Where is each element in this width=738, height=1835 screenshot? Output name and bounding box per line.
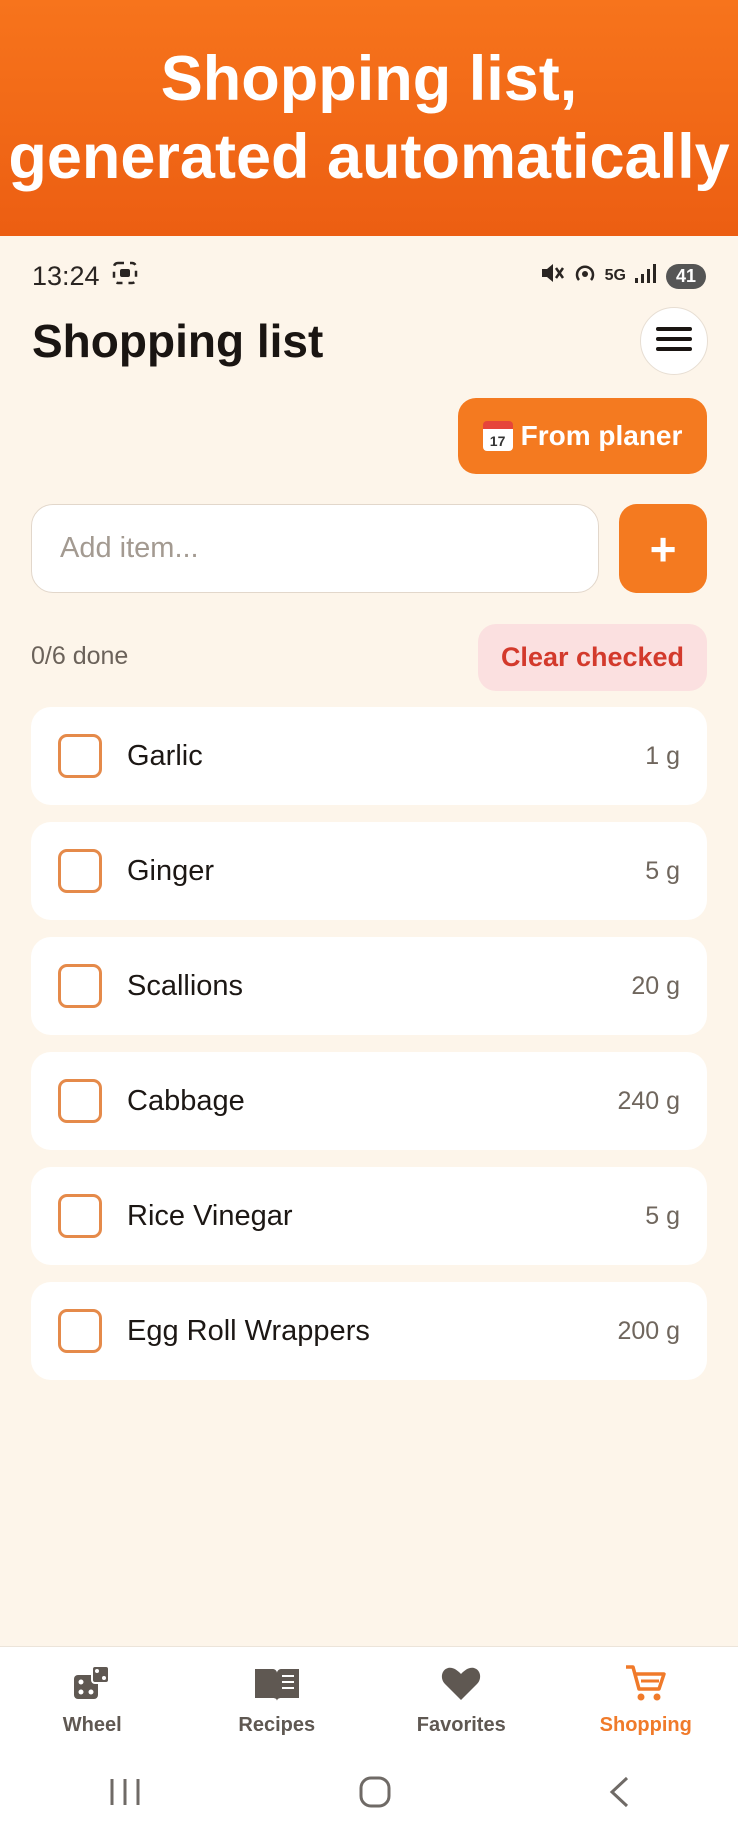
status-bar: 13:24 5G 41	[0, 236, 738, 316]
dice-icon	[72, 1663, 112, 1708]
item-name: Cabbage	[127, 1084, 245, 1117]
home-icon[interactable]	[358, 1775, 392, 1814]
item-name: Scallions	[127, 969, 244, 1002]
mute-icon	[539, 261, 565, 291]
item-checkbox[interactable]	[58, 734, 102, 778]
add-item-input[interactable]	[31, 504, 599, 593]
item-name: Rice Vinegar	[127, 1199, 293, 1232]
item-checkbox[interactable]	[58, 1079, 102, 1123]
promo-banner: Shopping list, generated automatically	[0, 0, 738, 236]
nav-item-favorites[interactable]: Favorites	[369, 1663, 553, 1737]
battery-level: 41	[665, 263, 706, 289]
book-icon	[253, 1663, 301, 1708]
nav-label: Recipes	[238, 1714, 316, 1736]
item-checkbox[interactable]	[58, 849, 102, 893]
screenshot-icon	[112, 261, 138, 292]
heart-icon	[440, 1663, 482, 1708]
item-quantity: 200 g	[617, 1316, 680, 1345]
nav-label: Wheel	[62, 1714, 122, 1736]
list-item[interactable]: Rice Vinegar 5 g	[31, 1167, 707, 1265]
page-title: Shopping list	[32, 315, 324, 367]
item-quantity: 20 g	[631, 971, 680, 1000]
recents-icon[interactable]	[107, 1777, 143, 1812]
done-counter: 0/6 done	[31, 642, 129, 670]
item-name: Garlic	[127, 739, 203, 772]
nav-label: Shopping	[599, 1714, 692, 1736]
plus-icon: +	[649, 522, 677, 575]
nav-item-shopping[interactable]: Shopping	[554, 1663, 738, 1737]
cart-icon	[624, 1663, 668, 1708]
status-time: 13:24	[32, 260, 100, 291]
shopping-list: Garlic 1 g Ginger 5 g Scallions 20 g Cab…	[31, 707, 707, 1397]
item-quantity: 1 g	[645, 741, 680, 770]
list-item[interactable]: Ginger 5 g	[31, 822, 707, 920]
item-quantity: 5 g	[645, 856, 680, 885]
item-quantity: 240 g	[617, 1086, 680, 1115]
menu-button[interactable]	[640, 307, 708, 375]
item-checkbox[interactable]	[58, 964, 102, 1008]
from-planner-label: From planer	[520, 420, 683, 451]
list-item[interactable]: Scallions 20 g	[31, 937, 707, 1035]
network-type: 5G	[604, 267, 626, 284]
nav-item-wheel[interactable]: Wheel	[0, 1663, 184, 1737]
item-checkbox[interactable]	[58, 1194, 102, 1238]
list-item[interactable]: Cabbage 240 g	[31, 1052, 707, 1150]
clear-checked-button[interactable]: Clear checked	[478, 624, 707, 691]
item-name: Ginger	[127, 854, 215, 887]
hamburger-icon	[656, 326, 692, 357]
item-quantity: 5 g	[645, 1201, 680, 1230]
calendar-icon: 17	[482, 421, 513, 451]
signal-icon	[634, 262, 658, 290]
nav-item-recipes[interactable]: Recipes	[185, 1663, 369, 1737]
hotspot-icon	[573, 261, 597, 291]
banner-line-1: Shopping list,	[160, 44, 578, 114]
item-checkbox[interactable]	[58, 1309, 102, 1353]
item-name: Egg Roll Wrappers	[127, 1314, 370, 1347]
from-planner-button[interactable]: 17 From planer	[458, 398, 707, 474]
banner-line-2: generated automatically	[8, 122, 730, 192]
system-nav-bar	[0, 1753, 738, 1835]
nav-label: Favorites	[416, 1714, 506, 1736]
page-header: Shopping list	[32, 306, 708, 376]
add-item-button[interactable]: +	[619, 504, 707, 593]
list-item[interactable]: Garlic 1 g	[31, 707, 707, 805]
list-item[interactable]: Egg Roll Wrappers 200 g	[31, 1282, 707, 1380]
back-icon[interactable]	[607, 1775, 631, 1814]
bottom-nav: Wheel Recipes Favorites Shopping	[0, 1646, 738, 1753]
